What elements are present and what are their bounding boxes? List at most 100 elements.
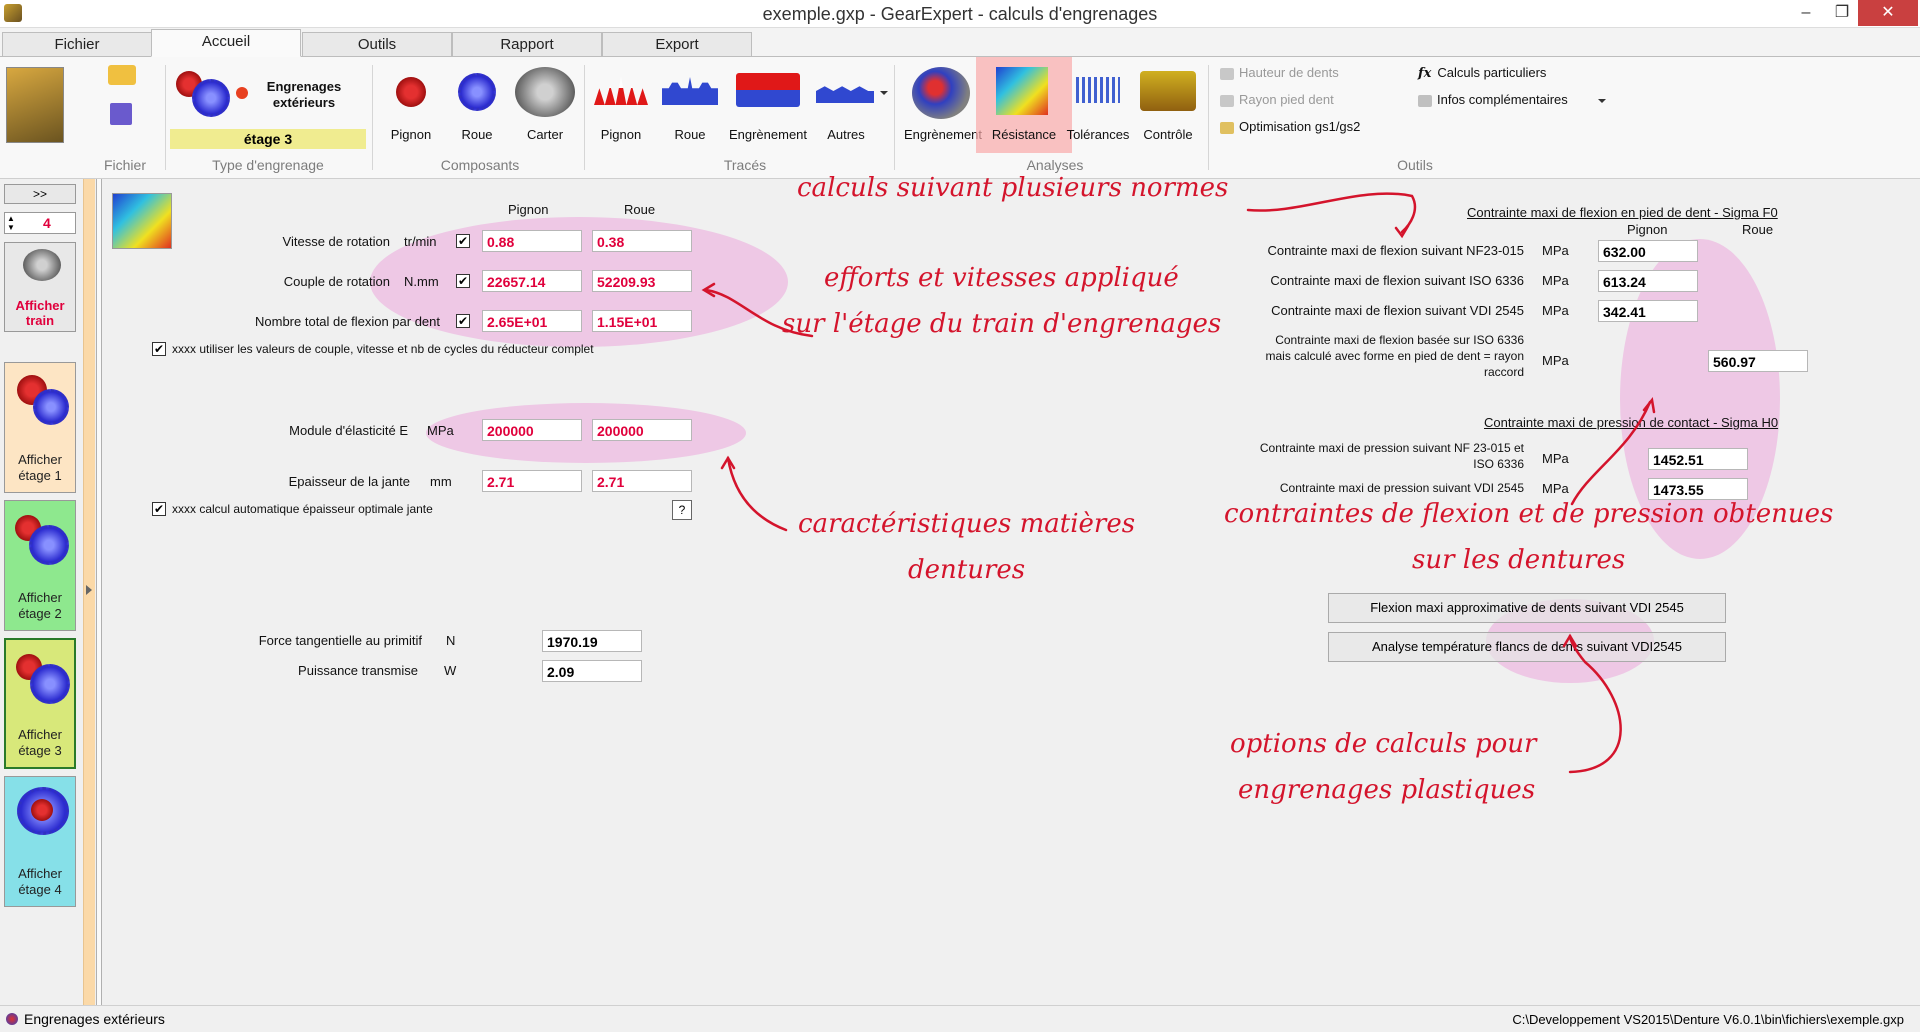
infos-label: Infos complémentaires (1437, 92, 1568, 107)
carter-icon[interactable] (515, 67, 575, 117)
nb-flexion-pignon-input[interactable]: 2.65E+01 (482, 310, 582, 332)
analyse-resistance-label[interactable]: Résistance (984, 127, 1064, 142)
afficher-train-label: Afficher train (15, 298, 65, 328)
infos-complementaires-item[interactable]: Infos complémentaires (1418, 92, 1568, 107)
couple-checkbox[interactable]: ✔ (456, 274, 470, 288)
tab-rapport[interactable]: Rapport (452, 32, 602, 57)
jante-label: Epaisseur de la jante (288, 474, 410, 489)
afficher-train-button[interactable]: Afficher train (4, 242, 76, 332)
temperature-vdi-button[interactable]: Analyse température flancs de dents suiv… (1328, 632, 1726, 662)
afficher-etage-1-button[interactable]: Afficher étage 1 (4, 362, 76, 493)
nb-flexion-checkbox[interactable]: ✔ (456, 314, 470, 328)
trace-engrenement-icon[interactable] (736, 73, 800, 107)
minimize-button[interactable]: – (1786, 0, 1826, 26)
annotation-options-1: options de calculs pour (1230, 729, 1537, 759)
nb-flexion-roue-input[interactable]: 1.15E+01 (592, 310, 692, 332)
open-folder-icon[interactable] (108, 65, 136, 85)
afficher-etage-2-label: Afficher étage 2 (18, 590, 62, 621)
maximize-button[interactable]: ❐ (1822, 0, 1862, 26)
stage-count-spinner[interactable]: ▲ ▼ 4 (4, 212, 76, 234)
wheel-icon (30, 664, 70, 704)
optimisation-icon (1220, 121, 1234, 134)
analyse-tolerances-label[interactable]: Tolérances (1064, 127, 1132, 142)
resistance-panel: Pignon Roue Vitesse de rotation tr/min ✔… (102, 173, 1833, 1005)
expand-button[interactable]: >> (4, 184, 76, 204)
wheel-icon[interactable] (192, 79, 230, 117)
couple-roue-input[interactable]: 52209.93 (592, 270, 692, 292)
couple-pignon-input[interactable]: 22657.14 (482, 270, 582, 292)
composant-pignon-label[interactable]: Pignon (381, 127, 441, 142)
jante-roue-input[interactable]: 2.71 (592, 470, 692, 492)
flexion-raccord-line2: mais calculé avec forme en pied de dent … (1265, 349, 1524, 363)
engrenage-type-label[interactable]: Engrenages extérieurs (254, 79, 354, 111)
nb-flexion-label: Nombre total de flexion par dent (255, 314, 440, 329)
trace-roue-label[interactable]: Roue (660, 127, 720, 142)
spin-up-icon[interactable]: ▲ (7, 214, 15, 223)
trace-engrenement-label[interactable]: Engrènement (722, 127, 814, 142)
vitesse-roue-input[interactable]: 0.38 (592, 230, 692, 252)
composant-roue-label[interactable]: Roue (447, 127, 507, 142)
vitesse-label: Vitesse de rotation (282, 234, 390, 249)
calculs-particuliers-item[interactable]: fx Calculs particuliers (1418, 65, 1546, 81)
controle-icon[interactable] (1140, 71, 1196, 111)
flexion-nf-unit: MPa (1542, 243, 1569, 258)
highlight-materiaux (426, 403, 746, 463)
use-reducer-checkbox[interactable]: ✔ (152, 342, 166, 356)
module-roue-input[interactable]: 200000 (592, 419, 692, 441)
flexion-raccord-unit: MPa (1542, 353, 1569, 368)
annotation-matieres-2: dentures (908, 555, 1026, 585)
rayon-pied-item[interactable]: Rayon pied dent (1220, 92, 1334, 107)
analyse-controle-label[interactable]: Contrôle (1136, 127, 1200, 142)
annotation-efforts-2: sur l'étage du train d'engrenages (782, 309, 1222, 339)
resistance-icon[interactable] (996, 67, 1048, 115)
composant-carter-label[interactable]: Carter (515, 127, 575, 142)
pinion-icon (31, 799, 53, 821)
sidebar-collapse-strip[interactable] (83, 179, 95, 1005)
force-unit: N (446, 633, 456, 648)
roue-component-icon[interactable] (458, 73, 496, 111)
vitesse-checkbox[interactable]: ✔ (456, 234, 470, 248)
save-icon[interactable] (110, 103, 132, 125)
contact-vdi-unit: MPa (1542, 481, 1569, 496)
afficher-etage-4-button[interactable]: Afficher étage 4 (4, 776, 76, 907)
trace-autres-label[interactable]: Autres (816, 127, 876, 142)
chevron-right-icon[interactable] (86, 585, 92, 595)
window-title: exemple.gxp - GearExpert - calculs d'eng… (762, 4, 1158, 24)
tolerances-icon[interactable] (1076, 77, 1120, 103)
analyse-engrenement-label[interactable]: Engrènement (900, 127, 986, 142)
separator (165, 65, 166, 170)
gearexpert-logo[interactable] (6, 67, 64, 143)
trace-autres-icon[interactable] (816, 86, 874, 103)
vitesse-pignon-input[interactable]: 0.88 (482, 230, 582, 252)
trace-pignon-label[interactable]: Pignon (591, 127, 651, 142)
jante-pignon-input[interactable]: 2.71 (482, 470, 582, 492)
tab-fichier[interactable]: Fichier (2, 32, 152, 57)
close-button[interactable]: ✕ (1858, 0, 1918, 26)
flexion-vdi-button[interactable]: Flexion maxi approximative de dents suiv… (1328, 593, 1726, 623)
group-analyses: Analyses (1026, 157, 1084, 173)
optimisation-item[interactable]: Optimisation gs1/gs2 (1220, 119, 1360, 134)
separator (1208, 65, 1209, 170)
contact-nf-unit: MPa (1542, 451, 1569, 466)
puissance-label: Puissance transmise (298, 663, 418, 678)
chevron-down-icon[interactable] (1598, 99, 1606, 103)
use-reducer-label: xxxx utiliser les valeurs de couple, vit… (172, 342, 594, 356)
spin-down-icon[interactable]: ▼ (7, 223, 15, 232)
afficher-etage-2-button[interactable]: Afficher étage 2 (4, 500, 76, 631)
hauteur-dents-item[interactable]: Hauteur de dents (1220, 65, 1339, 80)
tab-accueil[interactable]: Accueil (151, 29, 301, 57)
trace-roue-icon[interactable] (662, 77, 718, 105)
afficher-etage-3-button[interactable]: Afficher étage 3 (4, 638, 76, 769)
auto-jante-label: xxxx calcul automatique épaisseur optima… (172, 502, 433, 516)
tab-export[interactable]: Export (602, 32, 752, 57)
module-pignon-input[interactable]: 200000 (482, 419, 582, 441)
pignon-component-icon[interactable] (396, 77, 426, 107)
trace-pignon-icon[interactable] (594, 77, 648, 105)
chevron-down-icon[interactable] (880, 91, 888, 95)
auto-jante-checkbox[interactable]: ✔ (152, 502, 166, 516)
tab-outils[interactable]: Outils (302, 32, 452, 57)
afficher-etage-4-label: Afficher étage 4 (18, 866, 62, 897)
analyse-engrenement-icon[interactable] (912, 67, 970, 119)
help-button[interactable]: ? (672, 500, 692, 520)
radius-icon (1220, 94, 1234, 107)
